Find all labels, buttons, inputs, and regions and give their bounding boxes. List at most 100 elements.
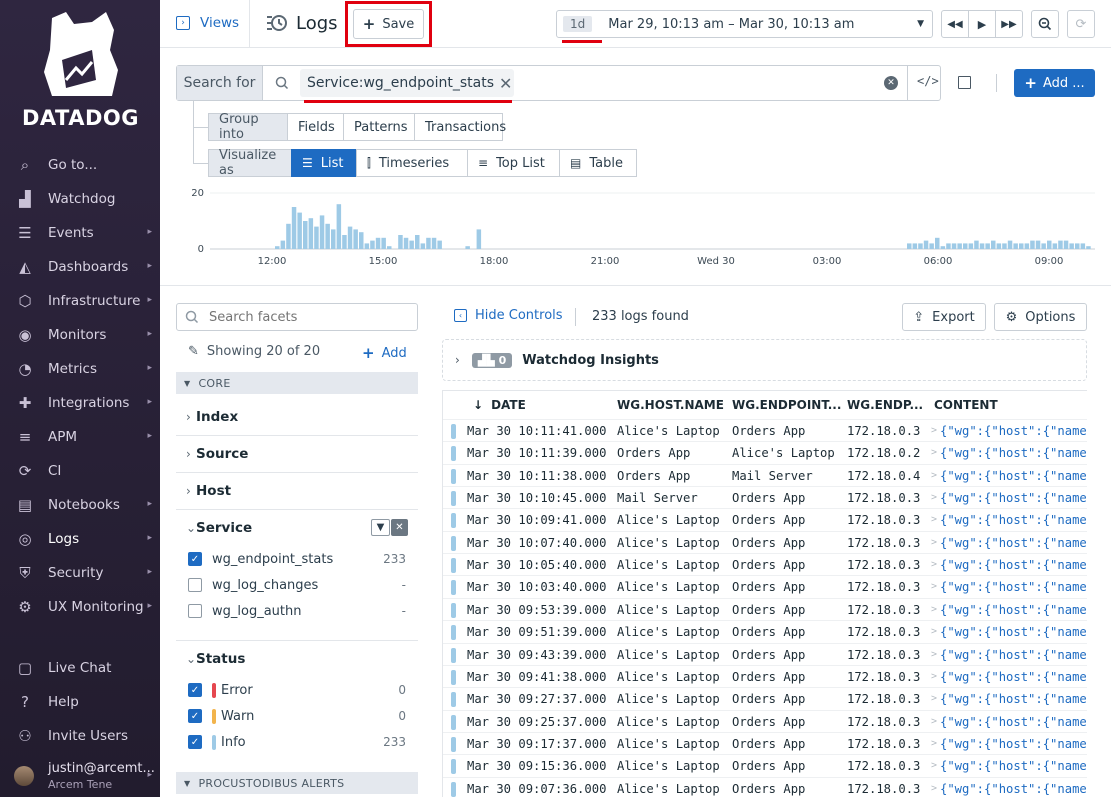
histogram-bar[interactable] [1030, 240, 1035, 249]
histogram-bar[interactable] [342, 235, 347, 249]
copy-icon[interactable] [958, 76, 971, 89]
histogram-bar[interactable] [398, 235, 403, 249]
histogram-bar[interactable] [946, 243, 951, 249]
query-chip[interactable]: Service:wg_endpoint_stats ✕ [300, 69, 514, 97]
histogram-bar[interactable] [1058, 240, 1063, 249]
column-wg-host-name[interactable]: WG.HOST.NAME [617, 391, 729, 419]
sidebar-item-notebooks[interactable]: ▤ Notebooks ▸ [0, 489, 160, 521]
sidebar-item-ux-monitoring[interactable]: ⚙ UX Monitoring ▸ [0, 591, 160, 623]
histogram-bar[interactable] [375, 237, 381, 249]
sidebar-item-ci[interactable]: ⟳ CI [0, 455, 160, 487]
histogram-bar[interactable] [314, 226, 319, 249]
facet-source[interactable]: › Source [176, 436, 418, 472]
table-row[interactable]: Mar 30 09:51:39.000 Alice's Laptop Orders … [443, 620, 1087, 642]
time-range-picker[interactable]: 1d Mar 29, 10:13 am – Mar 30, 10:13 am ▼ [556, 10, 933, 38]
column-wg-endpoint-ip[interactable]: WG.ENDP... [847, 391, 929, 419]
histogram-bar[interactable] [1075, 243, 1080, 249]
histogram-bar[interactable] [381, 237, 386, 249]
histogram-bar[interactable] [415, 235, 420, 249]
datadog-logo[interactable]: DATADOG [22, 10, 139, 132]
histogram-bar[interactable] [1080, 243, 1086, 249]
table-row[interactable]: Mar 30 09:07:36.000 Alice's Laptop Orders … [443, 776, 1087, 797]
histogram-bar[interactable] [364, 243, 370, 249]
table-row[interactable]: Mar 30 10:09:41.000 Alice's Laptop Orders … [443, 508, 1087, 530]
visualize-option-list[interactable]: ☰ List [291, 149, 357, 177]
histogram-bar[interactable] [291, 207, 297, 249]
log-histogram[interactable]: 20 0 12:00 15:00 18:00 21:00 Wed 30 03:00 06:00 0… [176, 186, 1111, 268]
histogram-bar[interactable] [331, 229, 336, 249]
sidebar-item-live-chat[interactable]: ▢ Live Chat [0, 652, 160, 684]
facet-host[interactable]: › Host [176, 473, 418, 509]
histogram-bar[interactable] [403, 237, 409, 249]
checkbox[interactable]: ✓ [188, 552, 202, 566]
histogram-bar[interactable] [935, 237, 940, 249]
histogram-bar[interactable] [923, 240, 929, 249]
histogram-bar[interactable] [1086, 246, 1091, 249]
status-value-error[interactable]: ✓ Error 0 [188, 679, 408, 701]
histogram-bar[interactable] [1047, 240, 1052, 249]
sidebar-item-apm[interactable]: ≡ APM ▸ [0, 421, 160, 453]
histogram-bar[interactable] [1019, 243, 1024, 249]
histogram-bar[interactable] [957, 243, 962, 249]
group-option-transactions[interactable]: Transactions [414, 113, 506, 141]
histogram-bar[interactable] [286, 223, 291, 249]
histogram-bar[interactable] [1069, 243, 1074, 249]
sidebar-item-go-to[interactable]: ⌕ Go to... [0, 149, 160, 181]
visualize-option-top-list[interactable]: ≡ Top List [467, 149, 560, 177]
zoom-out-button[interactable] [1031, 10, 1059, 38]
histogram-bar[interactable] [420, 243, 426, 249]
histogram-bar[interactable] [308, 218, 314, 249]
histogram-bar[interactable] [1002, 243, 1007, 249]
histogram-bar[interactable] [1063, 240, 1069, 249]
histogram-bar[interactable] [476, 229, 482, 249]
checkbox[interactable] [188, 604, 202, 618]
procustodibus-section-header[interactable]: ▼ PROCUSTODIBUS ALERTS [176, 772, 418, 794]
histogram-bar[interactable] [991, 240, 996, 249]
histogram-bar[interactable] [409, 240, 414, 249]
histogram-bar[interactable] [1007, 240, 1013, 249]
group-option-patterns[interactable]: Patterns [343, 113, 415, 141]
facet-value-wg-log-authn[interactable]: wg_log_authn - [188, 600, 408, 622]
table-row[interactable]: Mar 30 10:11:41.000 Alice's Laptop Orders … [443, 419, 1087, 441]
histogram-bar[interactable] [1041, 243, 1046, 249]
histogram-bar[interactable] [979, 243, 985, 249]
play-button[interactable]: ▶ [968, 10, 996, 38]
sidebar-item-monitors[interactable]: ◉ Monitors ▸ [0, 319, 160, 351]
histogram-bar[interactable] [912, 243, 918, 249]
checkbox[interactable] [188, 578, 202, 592]
sidebar-item-integrations[interactable]: ✚ Integrations ▸ [0, 387, 160, 419]
table-row[interactable]: Mar 30 10:03:40.000 Alice's Laptop Orders … [443, 575, 1087, 597]
sidebar-item-logs[interactable]: ◎ Logs ▸ [0, 523, 160, 555]
sidebar-item-infrastructure[interactable]: ⬡ Infrastructure ▸ [0, 285, 160, 317]
filter-icon[interactable]: ▼ [371, 519, 390, 536]
code-view-icon[interactable]: </> [917, 74, 939, 88]
user-menu[interactable]: justin@arcemt... Arcem Tene ▸ [0, 756, 160, 796]
histogram-bar[interactable] [985, 243, 990, 249]
sidebar-item-events[interactable]: ☰ Events ▸ [0, 217, 160, 249]
table-row[interactable]: Mar 30 09:41:38.000 Alice's Laptop Orders … [443, 664, 1087, 687]
sidebar-item-help[interactable]: ? Help [0, 686, 160, 718]
visualize-option-timeseries[interactable]: ⫿ Timeseries [356, 149, 468, 177]
histogram-bar[interactable] [297, 212, 302, 249]
sidebar-item-dashboards[interactable]: ◭ Dashboards ▸ [0, 251, 160, 283]
histogram-bar[interactable] [907, 243, 912, 249]
column-date[interactable]: ↓ DATE [473, 391, 613, 419]
table-row[interactable]: Mar 30 10:07:40.000 Alice's Laptop Orders … [443, 530, 1087, 553]
pencil-icon[interactable]: ✎ [188, 344, 199, 359]
table-row[interactable]: Mar 30 09:43:39.000 Alice's Laptop Orders … [443, 642, 1087, 665]
sidebar-item-watchdog[interactable]: ▟ Watchdog [0, 183, 160, 215]
sidebar-item-metrics[interactable]: ◔ Metrics ▸ [0, 353, 160, 385]
step-back-button[interactable]: ◀◀ [941, 10, 969, 38]
histogram-bar[interactable] [918, 243, 923, 249]
histogram-bar[interactable] [353, 229, 358, 249]
histogram-bar[interactable] [303, 221, 308, 249]
options-button[interactable]: ⚙ Options [994, 303, 1087, 331]
histogram-bar[interactable] [1024, 243, 1030, 249]
export-button[interactable]: ⇪ Export [902, 303, 986, 331]
table-row[interactable]: Mar 30 09:15:36.000 Alice's Laptop Orders … [443, 754, 1087, 776]
facet-index[interactable]: › Index [176, 399, 418, 435]
clear-search-icon[interactable]: ✕ [884, 76, 898, 90]
watchdog-insights[interactable]: › ▟▙ 0 Watchdog Insights [442, 339, 1087, 381]
histogram-bar[interactable] [275, 246, 280, 249]
histogram-bar[interactable] [387, 246, 392, 249]
